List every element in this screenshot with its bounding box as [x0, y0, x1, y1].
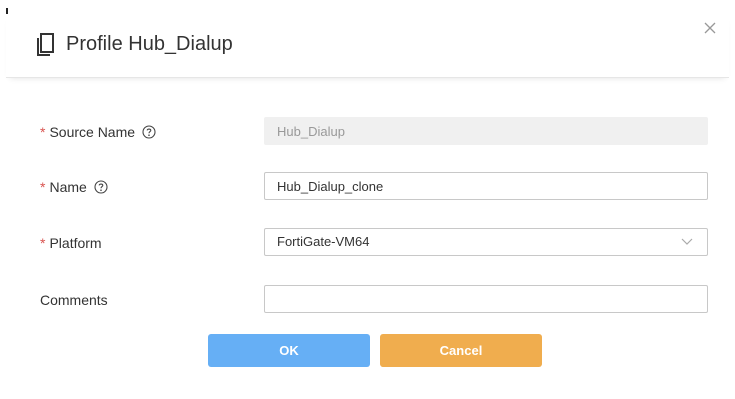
name-field[interactable]	[264, 172, 708, 200]
close-icon[interactable]	[700, 18, 720, 38]
required-mark: *	[40, 124, 46, 140]
help-circle-icon[interactable]	[94, 180, 108, 194]
chevron-down-icon	[681, 238, 693, 245]
source-name-label-text: Source Name	[49, 124, 136, 140]
required-mark: *	[40, 179, 46, 195]
platform-selected-value: FortiGate-VM64	[277, 234, 370, 249]
help-circle-icon[interactable]	[142, 125, 156, 139]
clone-profile-dialog: Profile Hub_Dialup * Source Name * Name	[0, 0, 735, 399]
source-name-field	[264, 117, 708, 145]
ok-button[interactable]: OK	[208, 334, 370, 367]
name-label: * Name	[40, 179, 108, 195]
required-mark: *	[40, 235, 46, 251]
name-label-text: Name	[49, 179, 87, 195]
dialog-title-wrap: Profile Hub_Dialup	[36, 32, 233, 56]
dialog-title: Profile Hub_Dialup	[66, 32, 233, 55]
platform-label-text: Platform	[49, 235, 102, 251]
platform-select[interactable]: FortiGate-VM64	[264, 228, 708, 256]
cancel-button[interactable]: Cancel	[380, 334, 542, 367]
dialog-header: Profile Hub_Dialup	[6, 14, 729, 78]
platform-label: * Platform	[40, 235, 102, 251]
platform-row: * Platform FortiGate-VM64	[0, 228, 735, 258]
comments-label-text: Comments	[40, 292, 108, 308]
comments-label: Comments	[40, 292, 108, 308]
source-name-label: * Source Name	[40, 124, 156, 140]
clone-document-icon	[37, 33, 54, 56]
comments-field[interactable]	[264, 285, 708, 313]
name-row: * Name	[0, 172, 735, 202]
comments-row: Comments	[0, 285, 735, 315]
source-name-row: * Source Name	[0, 117, 735, 147]
